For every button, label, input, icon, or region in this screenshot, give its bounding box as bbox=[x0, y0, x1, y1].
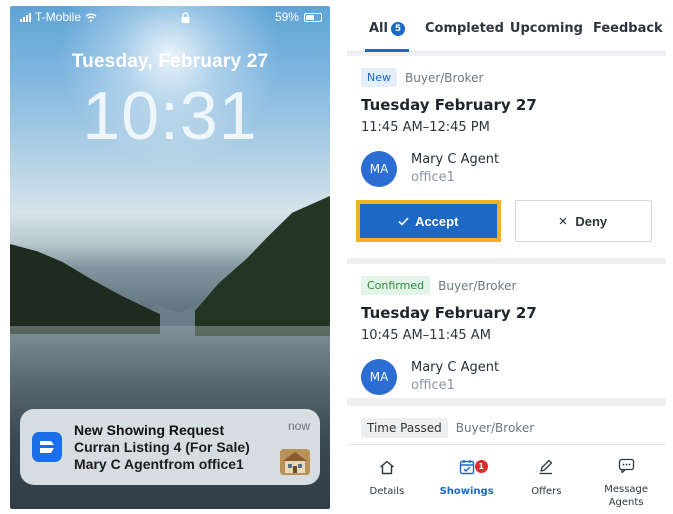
notification-agent: Mary C Agentfrom office1 bbox=[74, 455, 244, 472]
nav-showings-label: Showings bbox=[439, 486, 494, 497]
close-icon bbox=[559, 217, 567, 225]
lock-icon bbox=[181, 11, 190, 23]
status-badge: Time Passed bbox=[361, 418, 448, 438]
pen-icon bbox=[539, 459, 553, 475]
home-icon bbox=[379, 460, 394, 474]
trees-right bbox=[195, 196, 330, 336]
notification-listing: Curran Listing 4 (For Sale) bbox=[74, 438, 250, 455]
showing-time: 10:45 AM–11:45 AM bbox=[361, 328, 491, 343]
notification-banner[interactable]: New Showing Request Curran Listing 4 (Fo… bbox=[20, 409, 320, 485]
lock-screen: T-Mobile 59% Tuesday, February 27 10:31 … bbox=[10, 6, 330, 509]
notification-title: New Showing Request bbox=[74, 421, 225, 438]
agent-office: office1 bbox=[411, 170, 455, 185]
nav-offers[interactable]: Offers bbox=[507, 445, 587, 509]
avatar: MA bbox=[361, 151, 397, 187]
bottom-nav: Details 1 Showings Offers Message Agents bbox=[347, 444, 666, 509]
avatar: MA bbox=[361, 359, 397, 395]
message-icon bbox=[618, 458, 634, 474]
status-badge: New bbox=[361, 68, 397, 87]
nav-message-agents[interactable]: Message Agents bbox=[586, 445, 666, 509]
signal-icon bbox=[20, 12, 31, 22]
app-icon bbox=[32, 432, 62, 462]
agent-name: Mary C Agent bbox=[411, 360, 500, 375]
battery-percent: 59% bbox=[274, 10, 299, 24]
showing-type: Buyer/Broker bbox=[438, 278, 517, 293]
check-icon bbox=[398, 216, 409, 226]
showing-type: Buyer/Broker bbox=[455, 421, 535, 435]
tab-upcoming[interactable]: Upcoming bbox=[510, 6, 583, 52]
agent-name: Mary C Agent bbox=[411, 152, 500, 167]
showings-app: All 5 Completed Upcoming Feedback New Bu… bbox=[347, 6, 666, 509]
status-badge: Confirmed bbox=[361, 276, 431, 295]
tab-all[interactable]: All 5 bbox=[365, 6, 409, 52]
tab-all-label: All bbox=[369, 21, 388, 36]
trees-left bbox=[10, 244, 160, 334]
nav-details[interactable]: Details bbox=[347, 445, 427, 509]
accept-highlight: Accept bbox=[356, 200, 501, 242]
showing-time: 11:45 AM–12:45 PM bbox=[361, 120, 490, 135]
lock-date: Tuesday, February 27 bbox=[71, 51, 269, 72]
nav-showings[interactable]: 1 Showings bbox=[427, 445, 507, 509]
nav-message-agents-label: Message Agents bbox=[604, 484, 649, 508]
deny-label: Deny bbox=[575, 213, 608, 229]
status-bar: T-Mobile 59% bbox=[10, 6, 330, 28]
calendar-icon bbox=[459, 460, 474, 475]
accept-label: Accept bbox=[415, 213, 459, 229]
showing-card[interactable]: New Buyer/Broker Tuesday February 27 11:… bbox=[347, 56, 666, 258]
carrier-label: T-Mobile bbox=[35, 10, 82, 24]
tab-all-count-badge: 5 bbox=[390, 21, 405, 36]
tab-bar: All 5 Completed Upcoming Feedback bbox=[347, 6, 666, 52]
notification-time: now bbox=[287, 419, 310, 433]
battery-icon bbox=[303, 12, 322, 22]
showing-type: Buyer/Broker bbox=[405, 70, 484, 85]
lock-time: 10:31 bbox=[82, 78, 258, 154]
showing-date: Tuesday February 27 bbox=[361, 96, 537, 114]
showing-card[interactable]: Time Passed Buyer/Broker bbox=[347, 406, 666, 446]
deny-button[interactable]: Deny bbox=[514, 200, 652, 242]
agent-office: office1 bbox=[411, 378, 455, 393]
notification-badge: 1 bbox=[474, 460, 488, 473]
wifi-icon bbox=[85, 12, 97, 22]
listing-thumbnail bbox=[280, 449, 310, 475]
nav-details-label: Details bbox=[369, 486, 405, 497]
tab-completed[interactable]: Completed bbox=[425, 6, 504, 52]
accept-button[interactable]: Accept bbox=[360, 204, 497, 238]
nav-offers-label: Offers bbox=[531, 486, 562, 497]
showing-date: Tuesday February 27 bbox=[361, 304, 537, 322]
tab-feedback[interactable]: Feedback bbox=[593, 6, 663, 52]
showing-card[interactable]: Confirmed Buyer/Broker Tuesday February … bbox=[347, 264, 666, 398]
